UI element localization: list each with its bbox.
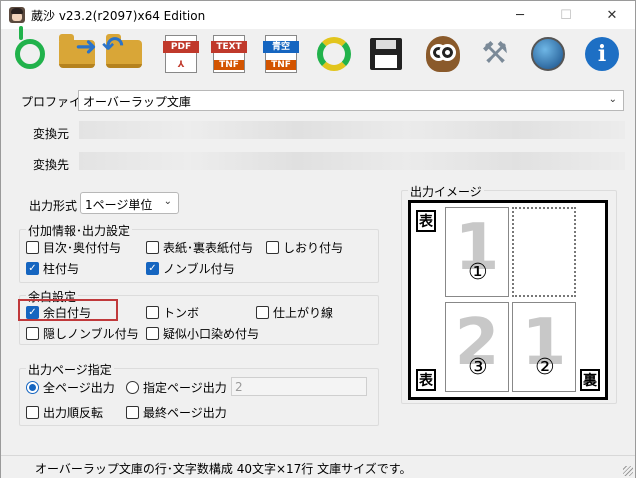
dest-path-field[interactable] xyxy=(79,152,625,170)
front-tag-bottom: 表 xyxy=(416,369,436,391)
status-text: オーバーラップ文庫の行･文字数構成 40文字×17行 文庫サイズです。 xyxy=(35,462,412,476)
open-folder-icon: ➜ xyxy=(59,32,97,68)
source-label: 変換元 xyxy=(33,127,70,141)
checkmark-icon: ✓ xyxy=(146,262,159,275)
tools-icon: ⚒ xyxy=(481,36,509,71)
reverse-order-checkbox[interactable]: 出力順反転 xyxy=(26,404,103,421)
preview-page-2: 1 ② xyxy=(512,302,576,392)
checkbox-icon xyxy=(146,241,159,254)
minimize-icon: ─ xyxy=(516,7,524,23)
maximize-icon: ☐ xyxy=(560,7,572,23)
text-tnf-button[interactable]: TEXT TNF xyxy=(208,32,250,76)
folder-back-icon: ↶ xyxy=(102,32,142,68)
checkbox-icon xyxy=(256,306,269,319)
info-icon: i xyxy=(585,37,619,71)
checkmark-icon: ✓ xyxy=(26,262,39,275)
koguchi-checkbox[interactable]: 疑似小口染め付与 xyxy=(146,325,259,342)
page-number-input[interactable]: 2 xyxy=(231,377,367,396)
about-button[interactable]: i xyxy=(581,32,623,76)
bookmark-checkbox[interactable]: しおり付与 xyxy=(266,239,343,256)
hashira-checkbox[interactable]: ✓ 柱付与 xyxy=(26,260,79,277)
checkbox-icon xyxy=(26,241,39,254)
app-icon xyxy=(9,7,25,23)
minimize-button[interactable]: ─ xyxy=(497,1,543,29)
save-icon xyxy=(370,38,402,70)
output-format-select[interactable]: 1ページ単位 ⌄ xyxy=(80,192,179,214)
dest-label: 変換先 xyxy=(33,158,70,172)
refresh-button[interactable] xyxy=(313,32,355,76)
checkbox-icon xyxy=(26,406,39,419)
status-bar: オーバーラップ文庫の行･文字数構成 40文字×17行 文庫サイズです。 xyxy=(1,455,635,478)
preview-title: 出力イメージ xyxy=(408,183,484,200)
preview-page-blank xyxy=(512,207,576,297)
output-preview: 表 1 ① 2 ③ 1 ② 表 裏 xyxy=(408,200,608,400)
front-tag: 表 xyxy=(416,210,436,232)
open-button[interactable]: ➜ xyxy=(56,32,98,76)
power-icon xyxy=(15,39,45,69)
owl-icon xyxy=(426,36,460,72)
tombo-checkbox[interactable]: トンボ xyxy=(146,304,199,321)
radio-selected-icon xyxy=(26,381,39,394)
start-button[interactable] xyxy=(9,32,51,76)
checkbox-icon xyxy=(26,327,39,340)
toolbar: ➜ ↶ PDF ⅄ TEXT TNF 青空 TNF ⚒ i xyxy=(1,29,635,79)
profile-select[interactable]: オーバーラップ文庫 ⌄ xyxy=(78,90,624,111)
cover-checkbox[interactable]: 表紙･裏表紙付与 xyxy=(146,239,253,256)
settings-button[interactable]: ⚒ xyxy=(474,32,516,76)
hidden-nombre-checkbox[interactable]: 隠しノンブル付与 xyxy=(26,325,139,342)
toc-checkbox[interactable]: 目次･奥付付与 xyxy=(26,239,121,256)
nombre-checkbox[interactable]: ✓ ノンブル付与 xyxy=(146,260,235,277)
all-pages-radio[interactable]: 全ページ出力 xyxy=(26,379,115,396)
web-button[interactable] xyxy=(527,32,569,76)
last-page-checkbox[interactable]: 最終ページ出力 xyxy=(126,404,227,421)
trim-line-checkbox[interactable]: 仕上がり線 xyxy=(256,304,333,321)
checkbox-icon xyxy=(266,241,279,254)
extra-info-title: 付加情報･出力設定 xyxy=(26,222,133,239)
profile-value: オーバーラップ文庫 xyxy=(83,95,191,109)
text-tnf-icon: TEXT TNF xyxy=(211,35,247,73)
radio-icon xyxy=(126,381,139,394)
chevron-down-icon: ⌄ xyxy=(163,196,172,207)
globe-icon xyxy=(531,37,565,71)
refresh-icon xyxy=(317,37,351,71)
output-format-value: 1ページ単位 xyxy=(85,198,153,212)
open-back-button[interactable]: ↶ xyxy=(102,32,145,76)
owl-button[interactable] xyxy=(422,32,464,76)
margin-add-highlight xyxy=(18,299,118,321)
output-pages-title: 出力ページ指定 xyxy=(26,361,114,378)
close-button[interactable]: ✕ xyxy=(589,1,635,29)
checkbox-icon xyxy=(146,306,159,319)
window-title: 葳沙 v23.2(r2097)x64 Edition xyxy=(31,9,206,23)
checkbox-icon xyxy=(146,327,159,340)
back-tag: 裏 xyxy=(580,369,600,391)
title-bar: 葳沙 v23.2(r2097)x64 Edition ─ ☐ ✕ xyxy=(1,1,635,29)
maximize-button[interactable]: ☐ xyxy=(543,1,589,29)
aozora-tnf-button[interactable]: 青空 TNF xyxy=(260,32,302,76)
main-window: 葳沙 v23.2(r2097)x64 Edition ─ ☐ ✕ ➜ ↶ PDF… xyxy=(0,0,636,478)
output-format-label: 出力形式 xyxy=(29,199,78,213)
aozora-tnf-icon: 青空 TNF xyxy=(263,35,299,73)
close-icon: ✕ xyxy=(606,7,618,23)
preview-page-3: 2 ③ xyxy=(445,302,509,392)
chevron-down-icon: ⌄ xyxy=(608,94,617,105)
resize-grip[interactable] xyxy=(623,466,633,476)
save-button[interactable] xyxy=(365,32,407,76)
source-path-field[interactable] xyxy=(79,121,625,139)
pdf-button[interactable]: PDF ⅄ xyxy=(160,32,202,76)
preview-page-1: 1 ① xyxy=(445,207,509,297)
checkbox-icon xyxy=(126,406,139,419)
specified-pages-radio[interactable]: 指定ページ出力 xyxy=(126,379,227,396)
pdf-icon: PDF ⅄ xyxy=(163,35,199,73)
